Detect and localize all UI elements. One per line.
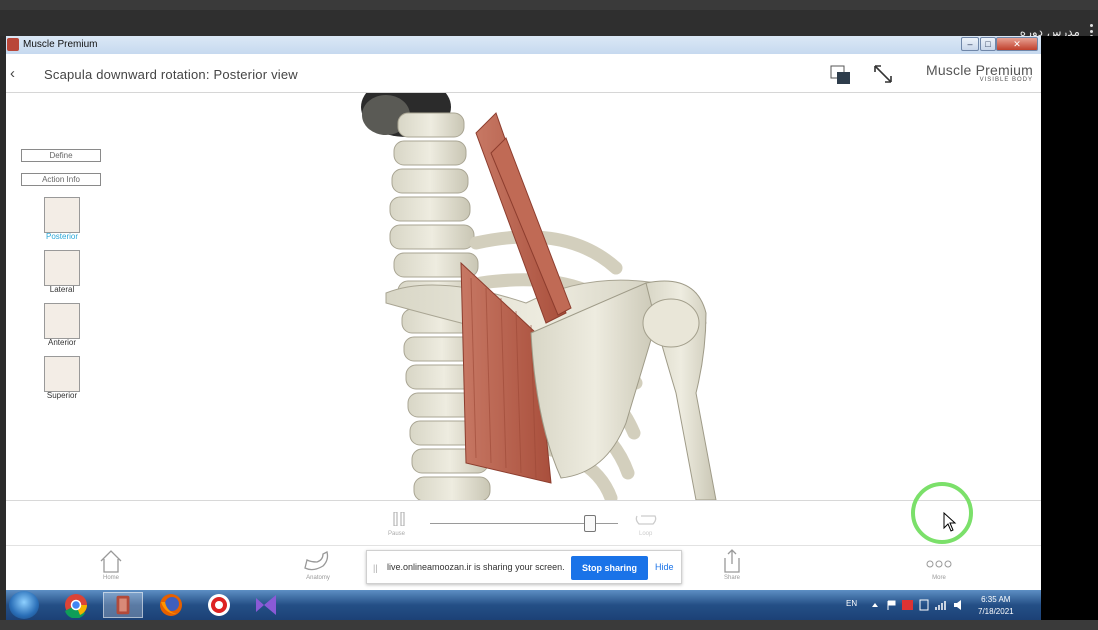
pause-icon[interactable] — [393, 512, 405, 526]
pause-label: Pause — [388, 531, 406, 537]
app-icon — [7, 38, 19, 51]
nav-anatomy[interactable]: Anatomy — [293, 548, 343, 581]
loop-label: Loop — [639, 531, 653, 537]
nav-more-label: More — [932, 575, 946, 581]
layers-icon[interactable] — [830, 65, 852, 85]
nav-home-label: Home — [102, 575, 119, 581]
view-thumb-lateral[interactable] — [44, 250, 80, 286]
black-area — [1041, 36, 1098, 630]
chrome-icon[interactable] — [56, 592, 96, 618]
cursor-highlight — [911, 482, 973, 544]
loop-icon[interactable] — [633, 512, 659, 528]
start-button[interactable] — [9, 591, 39, 619]
more-icon — [926, 560, 952, 568]
nav-anatomy-label: Anatomy — [306, 575, 330, 581]
taskbar: EN 6:35 AM 7/18/2021 — [6, 590, 1041, 620]
define-button[interactable]: Define — [21, 149, 101, 162]
bottom-border — [0, 620, 1098, 630]
playback-bar: Pause Loop — [6, 500, 1041, 545]
arm-icon — [304, 551, 329, 571]
view-thumb-posterior[interactable] — [44, 197, 80, 233]
drag-handle-icon[interactable]: || — [373, 563, 378, 573]
tray-icons[interactable] — [870, 599, 970, 611]
share-message: live.onlineamoozan.ir is sharing your sc… — [387, 562, 565, 572]
action-info-button[interactable]: Action Info — [21, 173, 101, 186]
view-label-lateral[interactable]: Lateral — [36, 285, 88, 294]
nav-share[interactable]: Share — [707, 548, 757, 581]
clock-time: 6:35 AM — [981, 595, 1011, 604]
window-title: Muscle Premium — [23, 39, 98, 50]
hide-button[interactable]: Hide — [655, 562, 674, 572]
screen-share-bar: || live.onlineamoozan.ir is sharing your… — [366, 550, 682, 584]
nav-more[interactable]: More — [914, 548, 964, 581]
slider-handle[interactable] — [584, 515, 596, 532]
nav-share-label: Share — [723, 575, 740, 581]
minimize-button[interactable]: – — [961, 37, 979, 51]
close-button[interactable]: ✕ — [996, 37, 1038, 51]
app-header: ‹ Scapula downward rotation: Posterior v… — [6, 54, 1041, 93]
expand-icon[interactable] — [872, 63, 894, 85]
recorder-icon[interactable] — [199, 592, 239, 618]
maximize-button[interactable]: □ — [980, 37, 996, 51]
view-label-anterior[interactable]: Anterior — [36, 338, 88, 347]
3d-viewport[interactable]: Define Action Info Posterior Lateral Ant… — [6, 93, 1041, 500]
share-icon — [724, 549, 740, 573]
back-button[interactable]: ‹ — [10, 65, 15, 82]
bottom-nav: Home Anatomy Share More || live.onlineam… — [6, 545, 1041, 590]
view-thumb-superior[interactable] — [44, 356, 80, 392]
firefox-icon[interactable] — [151, 592, 191, 618]
muscle-premium-icon[interactable] — [103, 592, 143, 618]
mouse-pointer-icon — [943, 512, 957, 532]
stop-sharing-button[interactable]: Stop sharing — [571, 556, 648, 580]
app-window: Muscle Premium – □ ✕ ‹ Scapula downward … — [6, 36, 1041, 620]
top-border — [0, 0, 1098, 10]
anatomy-model — [361, 93, 717, 500]
view-label-superior[interactable]: Superior — [36, 391, 88, 400]
brand-logo: Muscle Premium VISIBLE BODY — [926, 62, 1033, 83]
brand-name: Muscle Premium — [925, 62, 1033, 78]
visual-studio-icon[interactable] — [246, 592, 286, 618]
nav-home[interactable]: Home — [86, 548, 136, 581]
view-thumb-anterior[interactable] — [44, 303, 80, 339]
view-label-posterior[interactable]: Posterior — [36, 232, 88, 241]
page-title: Scapula downward rotation: Posterior vie… — [44, 67, 298, 82]
window-titlebar: Muscle Premium – □ ✕ — [6, 36, 1041, 54]
language-indicator[interactable]: EN — [846, 599, 857, 608]
home-icon — [100, 550, 122, 573]
clock-date: 7/18/2021 — [978, 607, 1014, 616]
host-bar: مدرس دوره — [0, 10, 1098, 39]
clock[interactable]: 6:35 AM 7/18/2021 — [978, 594, 1014, 618]
